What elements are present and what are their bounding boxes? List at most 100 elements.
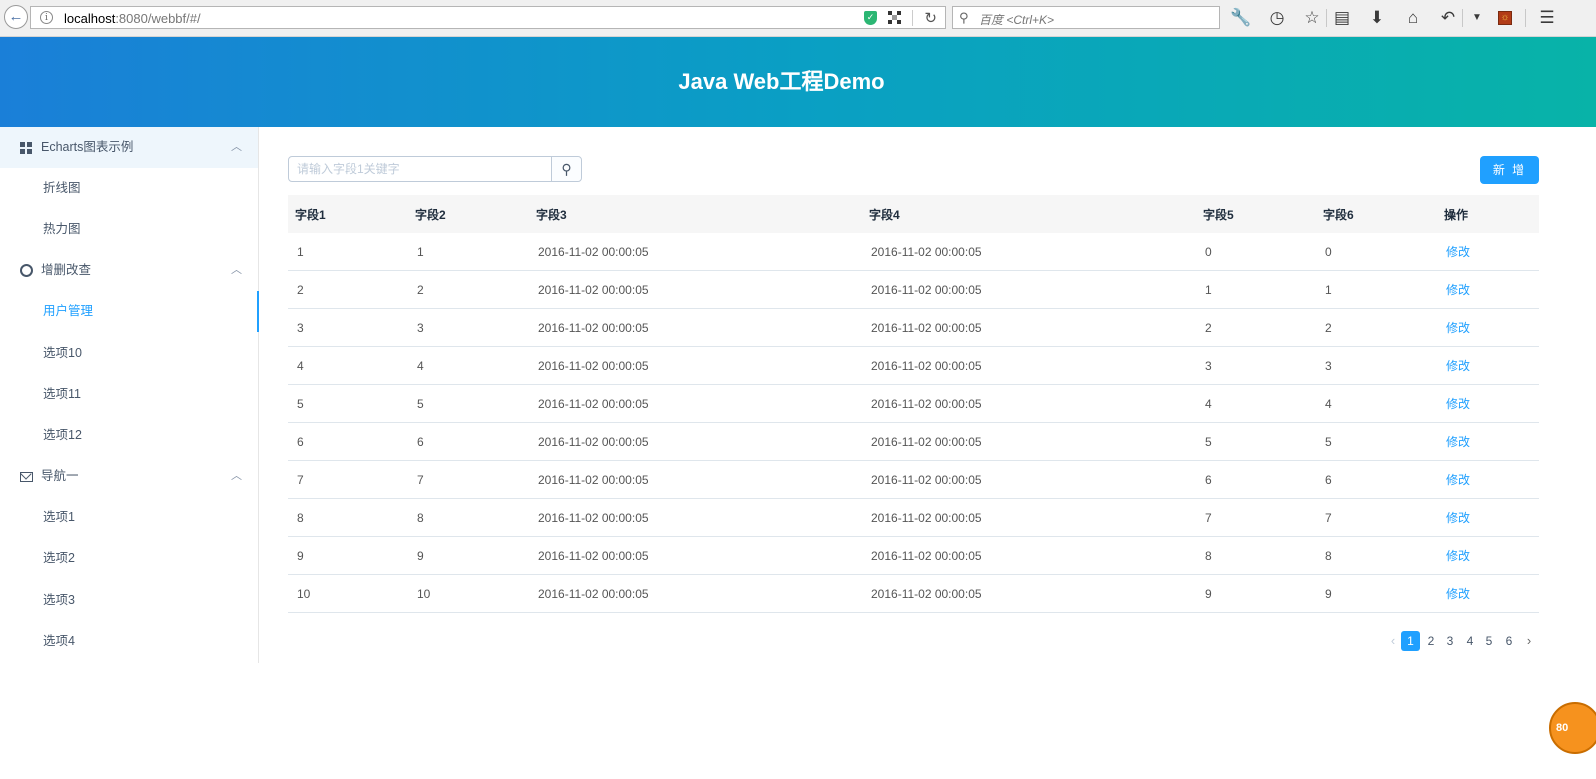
sidebar-item-heatmap[interactable]: 热力图: [0, 209, 258, 250]
sidebar-item-option-10[interactable]: 选项10: [0, 333, 258, 374]
table-cell: 2016-11-02 00:00:05: [862, 460, 1196, 499]
home-icon[interactable]: ⌂: [1402, 7, 1424, 29]
table-cell: 2016-11-02 00:00:05: [529, 384, 862, 423]
sidebar-item-option-3[interactable]: 选项3: [0, 580, 258, 621]
table-row: 3 3 2016-11-02 00:00:05 2016-11-02 00:00:05…: [288, 308, 1539, 347]
table-cell: 2016-11-02 00:00:05: [529, 233, 862, 271]
table-cell: 2016-11-02 00:00:05: [529, 536, 862, 575]
table-cell: 2016-11-02 00:00:05: [529, 270, 862, 309]
gear-icon: [19, 263, 33, 277]
table-cell: 2016-11-02 00:00:05: [529, 308, 862, 347]
history-clock-icon[interactable]: ◷: [1266, 7, 1288, 29]
page-number-4[interactable]: 4: [1462, 631, 1478, 651]
reload-icon[interactable]: ↻: [924, 9, 937, 27]
next-page-icon[interactable]: ›: [1521, 631, 1537, 651]
column-header: 操作: [1437, 195, 1539, 233]
table-cell: 3: [1196, 346, 1316, 385]
table-cell: 1: [408, 233, 529, 271]
undo-arrow-icon[interactable]: ↶: [1437, 7, 1459, 29]
sidebar-group-echarts[interactable]: Echarts图表示例 ︿: [0, 127, 258, 168]
table-cell: 3: [1316, 346, 1437, 385]
table-cell: 4: [408, 346, 529, 385]
back-arrow-icon[interactable]: ←: [4, 5, 28, 29]
sidebar-item-option-1[interactable]: 选项1: [0, 497, 258, 538]
sidebar-group-label: 增删改查: [41, 263, 92, 278]
page-title: Java Web工程Demo: [678, 69, 885, 94]
sidebar-item-option-4[interactable]: 选项4: [0, 621, 258, 662]
bookmark-star-icon[interactable]: ☆: [1301, 7, 1323, 29]
sidebar-item-option-2[interactable]: 选项2: [0, 538, 258, 579]
sidebar-item-user-management[interactable]: 用户管理: [0, 291, 259, 333]
column-header[interactable]: 字段4: [862, 195, 1196, 233]
add-button[interactable]: 新 增: [1480, 156, 1539, 184]
column-header[interactable]: 字段2: [408, 195, 529, 233]
edit-link[interactable]: 修改: [1437, 460, 1539, 499]
address-bar[interactable]: i localhost:8080/webbf/#/ ✓ ↻: [30, 6, 946, 29]
page-number-5[interactable]: 5: [1481, 631, 1497, 651]
table-cell: 2: [1196, 308, 1316, 347]
sidebar-group-crud[interactable]: 增删改查 ︿: [0, 250, 258, 291]
extension-icon[interactable]: ☼: [1498, 11, 1512, 25]
table-cell: 6: [288, 422, 408, 461]
table-cell: 7: [1196, 498, 1316, 537]
table-row: 7 7 2016-11-02 00:00:05 2016-11-02 00:00:05…: [288, 460, 1539, 499]
table-cell: 4: [1196, 384, 1316, 423]
table-cell: 1: [288, 233, 408, 271]
edit-link[interactable]: 修改: [1437, 346, 1539, 385]
table-cell: 9: [1196, 574, 1316, 613]
download-arrow-icon[interactable]: ⬇: [1366, 7, 1388, 29]
page-number-3[interactable]: 3: [1442, 631, 1458, 651]
reading-list-icon[interactable]: ▤: [1331, 7, 1353, 29]
table-row: 2 2 2016-11-02 00:00:05 2016-11-02 00:00:05…: [288, 270, 1539, 309]
page-number-6[interactable]: 6: [1501, 631, 1517, 651]
sidebar-item-line-chart[interactable]: 折线图: [0, 168, 258, 209]
sidebar-item-option-11[interactable]: 选项11: [0, 374, 258, 415]
edit-link[interactable]: 修改: [1437, 233, 1539, 271]
table-cell: 3: [408, 308, 529, 347]
dropdown-caret-icon[interactable]: ▼: [1466, 7, 1488, 29]
edit-link[interactable]: 修改: [1437, 498, 1539, 537]
edit-link[interactable]: 修改: [1437, 384, 1539, 423]
table-cell: 2016-11-02 00:00:05: [529, 346, 862, 385]
table-cell: 7: [1316, 498, 1437, 537]
column-header[interactable]: 字段3: [529, 195, 862, 233]
shield-icon[interactable]: ✓: [864, 11, 877, 25]
info-icon[interactable]: i: [40, 11, 53, 24]
browser-search-placeholder: 百度 <Ctrl+K>: [979, 13, 1055, 27]
search-button[interactable]: ⚲: [551, 157, 581, 181]
table-cell: 2016-11-02 00:00:05: [862, 422, 1196, 461]
divider: [1462, 9, 1463, 27]
edit-link[interactable]: 修改: [1437, 422, 1539, 461]
edit-link[interactable]: 修改: [1437, 574, 1539, 613]
page-number-1[interactable]: 1: [1401, 631, 1420, 651]
table-cell: 10: [408, 574, 529, 613]
column-header[interactable]: 字段5: [1196, 195, 1316, 233]
qr-code-icon[interactable]: [888, 11, 901, 24]
table-cell: 2016-11-02 00:00:05: [862, 498, 1196, 537]
table-cell: 2016-11-02 00:00:05: [862, 346, 1196, 385]
edit-link[interactable]: 修改: [1437, 308, 1539, 347]
table-cell: 2016-11-02 00:00:05: [862, 270, 1196, 309]
prev-page-icon[interactable]: ‹: [1385, 631, 1401, 651]
table-cell: 4: [288, 346, 408, 385]
search-input[interactable]: [297, 161, 547, 177]
column-header[interactable]: 字段1: [288, 195, 408, 233]
browser-search-box[interactable]: ⚲ 百度 <Ctrl+K>: [952, 6, 1220, 29]
sidebar-group-nav-one[interactable]: 导航一 ︿: [0, 456, 258, 497]
wrench-icon[interactable]: 🔧: [1230, 7, 1252, 29]
table-cell: 5: [1316, 422, 1437, 461]
column-header[interactable]: 字段6: [1316, 195, 1437, 233]
table-cell: 2016-11-02 00:00:05: [529, 498, 862, 537]
edit-link[interactable]: 修改: [1437, 536, 1539, 575]
table-cell: 3: [288, 308, 408, 347]
app-header: Java Web工程Demo: [0, 37, 1596, 127]
sidebar-item-option-12[interactable]: 选项12: [0, 415, 258, 456]
floating-badge[interactable]: 80: [1549, 702, 1596, 754]
table-row: 4 4 2016-11-02 00:00:05 2016-11-02 00:00:05…: [288, 346, 1539, 385]
sidebar: Echarts图表示例 ︿ 折线图 热力图 增删改查 ︿ 用户管理 选项10 选…: [0, 127, 259, 663]
table-cell: 1: [1196, 270, 1316, 309]
page-number-2[interactable]: 2: [1423, 631, 1439, 651]
menu-hamburger-icon[interactable]: ☰: [1536, 7, 1558, 29]
table-cell: 2016-11-02 00:00:05: [862, 574, 1196, 613]
edit-link[interactable]: 修改: [1437, 270, 1539, 309]
